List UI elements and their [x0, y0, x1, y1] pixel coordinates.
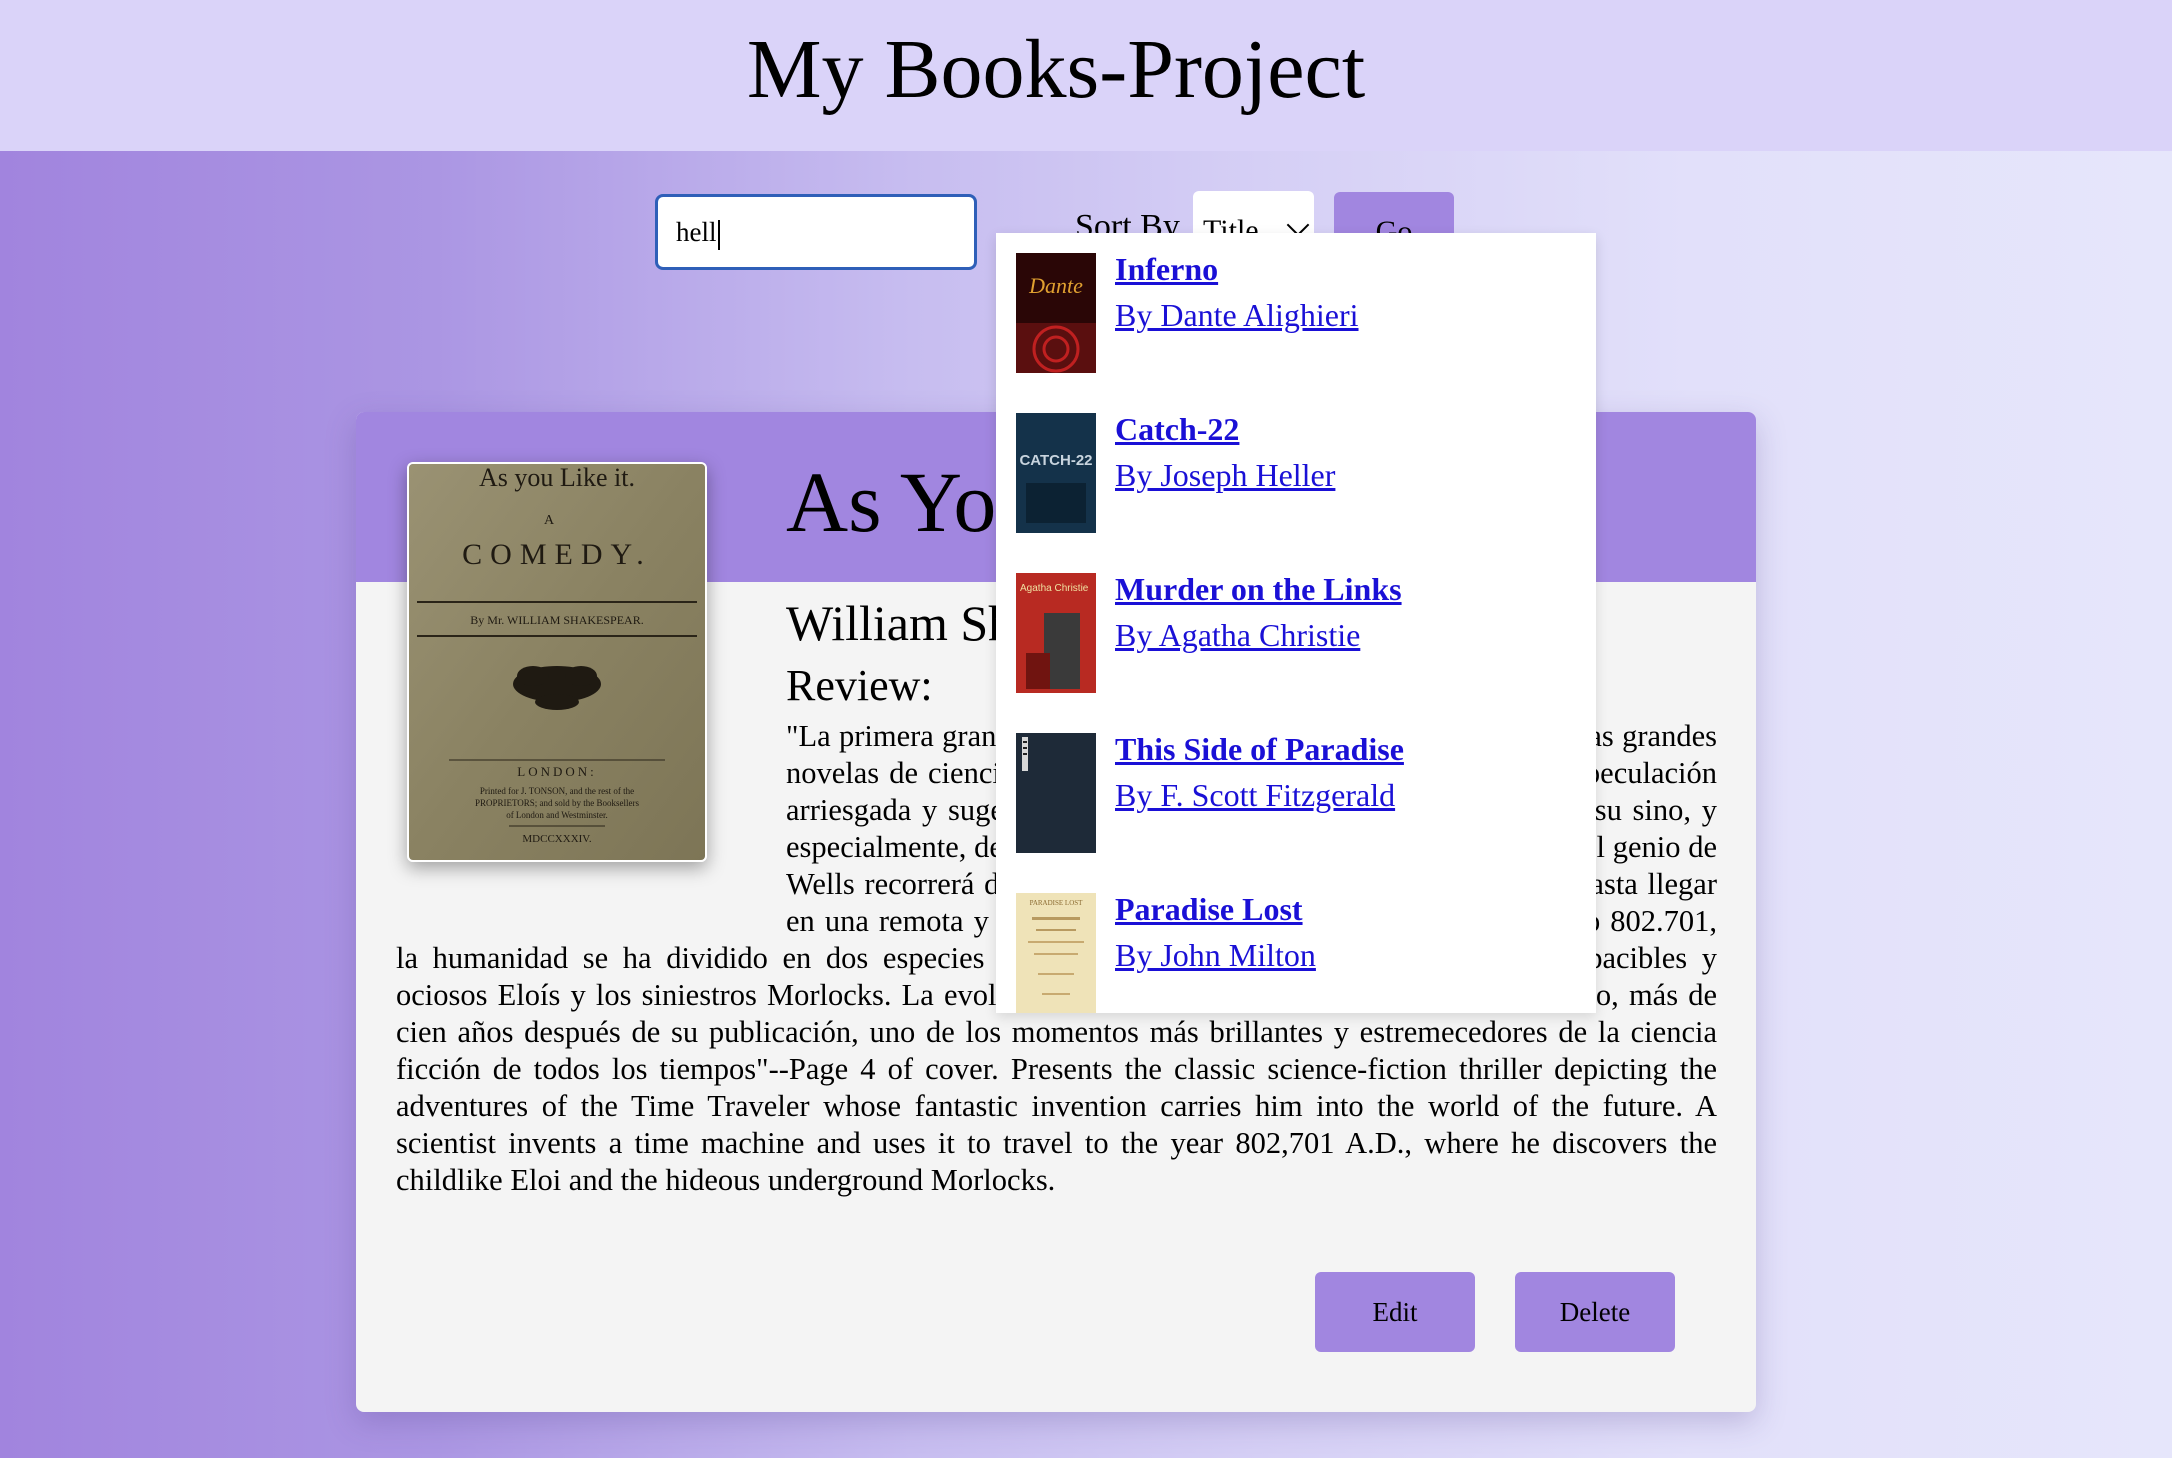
thumb-text: CATCH-22: [1019, 452, 1092, 469]
search-result-item[interactable]: PARADISE LOST Paradise Lost By John Milt…: [1016, 873, 1576, 1013]
result-author-link[interactable]: By Agatha Christie: [1115, 617, 1360, 654]
cover-line: A: [544, 513, 555, 528]
search-result-item[interactable]: Dante Inferno By Dante Alighieri: [1016, 233, 1576, 373]
cover-line: COMEDY.: [462, 538, 652, 571]
app-title: My Books-Project: [746, 23, 1366, 116]
result-title-link[interactable]: This Side of Paradise: [1115, 731, 1404, 768]
cover-line: As you Like it.: [479, 464, 635, 492]
book-thumbnail: CATCH-22: [1016, 413, 1096, 533]
search-result-item[interactable]: This Side of Paradise By F. Scott Fitzge…: [1016, 713, 1576, 853]
search-result-item[interactable]: Agatha Christie Murder on the Links By A…: [1016, 553, 1576, 693]
result-author-link[interactable]: By F. Scott Fitzgerald: [1115, 777, 1395, 814]
book-thumbnail: [1016, 733, 1096, 853]
book-thumbnail: Agatha Christie: [1016, 573, 1096, 693]
result-author-link[interactable]: By Joseph Heller: [1115, 457, 1335, 494]
book-thumbnail: PARADISE LOST: [1016, 893, 1096, 1013]
cover-line: By Mr. WILLIAM SHAKESPEAR.: [470, 613, 643, 627]
thumb-text: Agatha Christie: [1020, 583, 1089, 594]
delete-button[interactable]: Delete: [1515, 1272, 1675, 1352]
result-title-link[interactable]: Inferno: [1115, 251, 1218, 288]
search-input[interactable]: hell: [655, 194, 977, 270]
thumb-text: Dante: [1028, 273, 1083, 298]
search-value: hell: [676, 217, 717, 247]
result-author-link[interactable]: By John Milton: [1115, 937, 1316, 974]
result-title-link[interactable]: Murder on the Links: [1115, 571, 1402, 608]
header: My Books-Project: [0, 0, 2172, 151]
search-results-dropdown: Dante Inferno By Dante Alighieri CATCH-2…: [996, 233, 1596, 1013]
result-title-link[interactable]: Catch-22: [1115, 411, 1239, 448]
book-thumbnail: Dante: [1016, 253, 1096, 373]
thumb-text: PARADISE LOST: [1030, 899, 1084, 907]
review-label: Review:: [786, 661, 933, 710]
search-result-item[interactable]: CATCH-22 Catch-22 By Joseph Heller: [1016, 393, 1576, 533]
text-caret: [717, 219, 720, 250]
edit-button[interactable]: Edit: [1315, 1272, 1475, 1352]
result-author-link[interactable]: By Dante Alighieri: [1115, 297, 1359, 334]
result-title-link[interactable]: Paradise Lost: [1115, 891, 1303, 928]
